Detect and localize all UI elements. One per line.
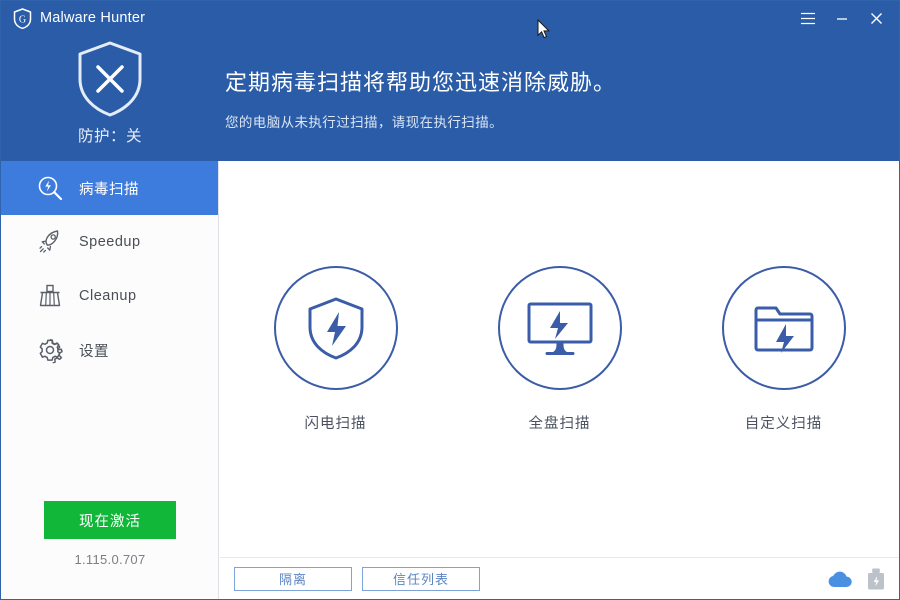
sidebar-item-virus-scan[interactable]: 病毒扫描 [1,161,218,215]
quarantine-button[interactable]: 隔离 [234,566,352,591]
scan-circle [497,265,622,390]
title-bar: G Malware Hunter [1,1,899,35]
window-controls [791,1,899,35]
cloud-icon[interactable] [827,570,853,588]
activate-now-button[interactable]: 现在激活 [44,501,176,539]
version-label: 1.115.0.707 [74,552,146,567]
app-title: Malware Hunter [40,10,146,26]
sidebar: 病毒扫描 Speedup Cleanup 设置 现在激活 1.115.0.707 [1,161,219,599]
virus-scan-icon [35,173,65,203]
sidebar-item-speedup[interactable]: Speedup [1,215,218,269]
protection-status: 防护：关 [1,35,219,161]
scan-option-label: 闪电扫描 [304,415,367,432]
rocket-icon [35,227,65,257]
menu-button[interactable] [791,1,825,35]
protection-status-label: 防护：关 [77,128,142,145]
svg-text:G: G [19,14,26,25]
header-text-block: 定期病毒扫描将帮助您迅速消除威胁。 您的电脑从未执行过扫描，请现在执行扫描。 [225,35,616,161]
tray-icons [827,568,885,590]
activate-section: 现在激活 1.115.0.707 [1,501,219,567]
monitor-bolt-icon [526,298,594,358]
app-brand: G Malware Hunter [1,7,146,29]
scan-options-row: 闪电扫描 全盘扫描 自定义扫描 [220,161,899,557]
application-window: G Malware Hunter 防护：关 定期病毒扫描将帮助您迅速消除威胁。 … [0,0,900,600]
bottom-bar: 隔离 信任列表 [220,557,899,599]
scan-circle [721,265,846,390]
scan-circle [273,265,398,390]
sidebar-item-label: Cleanup [79,288,137,304]
sidebar-item-cleanup[interactable]: Cleanup [1,269,218,323]
broom-icon [35,281,65,311]
scan-option-label: 自定义扫描 [744,415,823,432]
shield-g-logo-icon: G [13,7,32,29]
sidebar-item-label: 病毒扫描 [79,181,139,198]
scan-option-full[interactable]: 全盘扫描 [490,265,630,433]
minimize-button[interactable] [825,1,859,35]
usb-bolt-icon[interactable] [867,568,885,590]
close-button[interactable] [859,1,893,35]
main-content: 闪电扫描 全盘扫描 自定义扫描 [220,161,899,557]
shield-x-icon [74,39,146,119]
scan-option-label: 全盘扫描 [528,415,591,432]
trust-list-button[interactable]: 信任列表 [362,566,480,591]
sidebar-item-settings[interactable]: 设置 [1,323,218,377]
header-subtext: 您的电脑从未执行过扫描，请现在执行扫描。 [225,115,503,130]
sidebar-item-label: Speedup [79,234,141,250]
sidebar-item-label: 设置 [79,343,109,360]
scan-option-quick[interactable]: 闪电扫描 [266,265,406,433]
header-headline: 定期病毒扫描将帮助您迅速消除威胁。 [225,70,617,95]
folder-bolt-icon [752,298,816,358]
header-banner: 防护：关 定期病毒扫描将帮助您迅速消除威胁。 您的电脑从未执行过扫描，请现在执行… [1,35,899,161]
shield-bolt-icon [305,295,367,361]
scan-option-custom[interactable]: 自定义扫描 [714,265,854,433]
gear-icon [35,335,65,365]
